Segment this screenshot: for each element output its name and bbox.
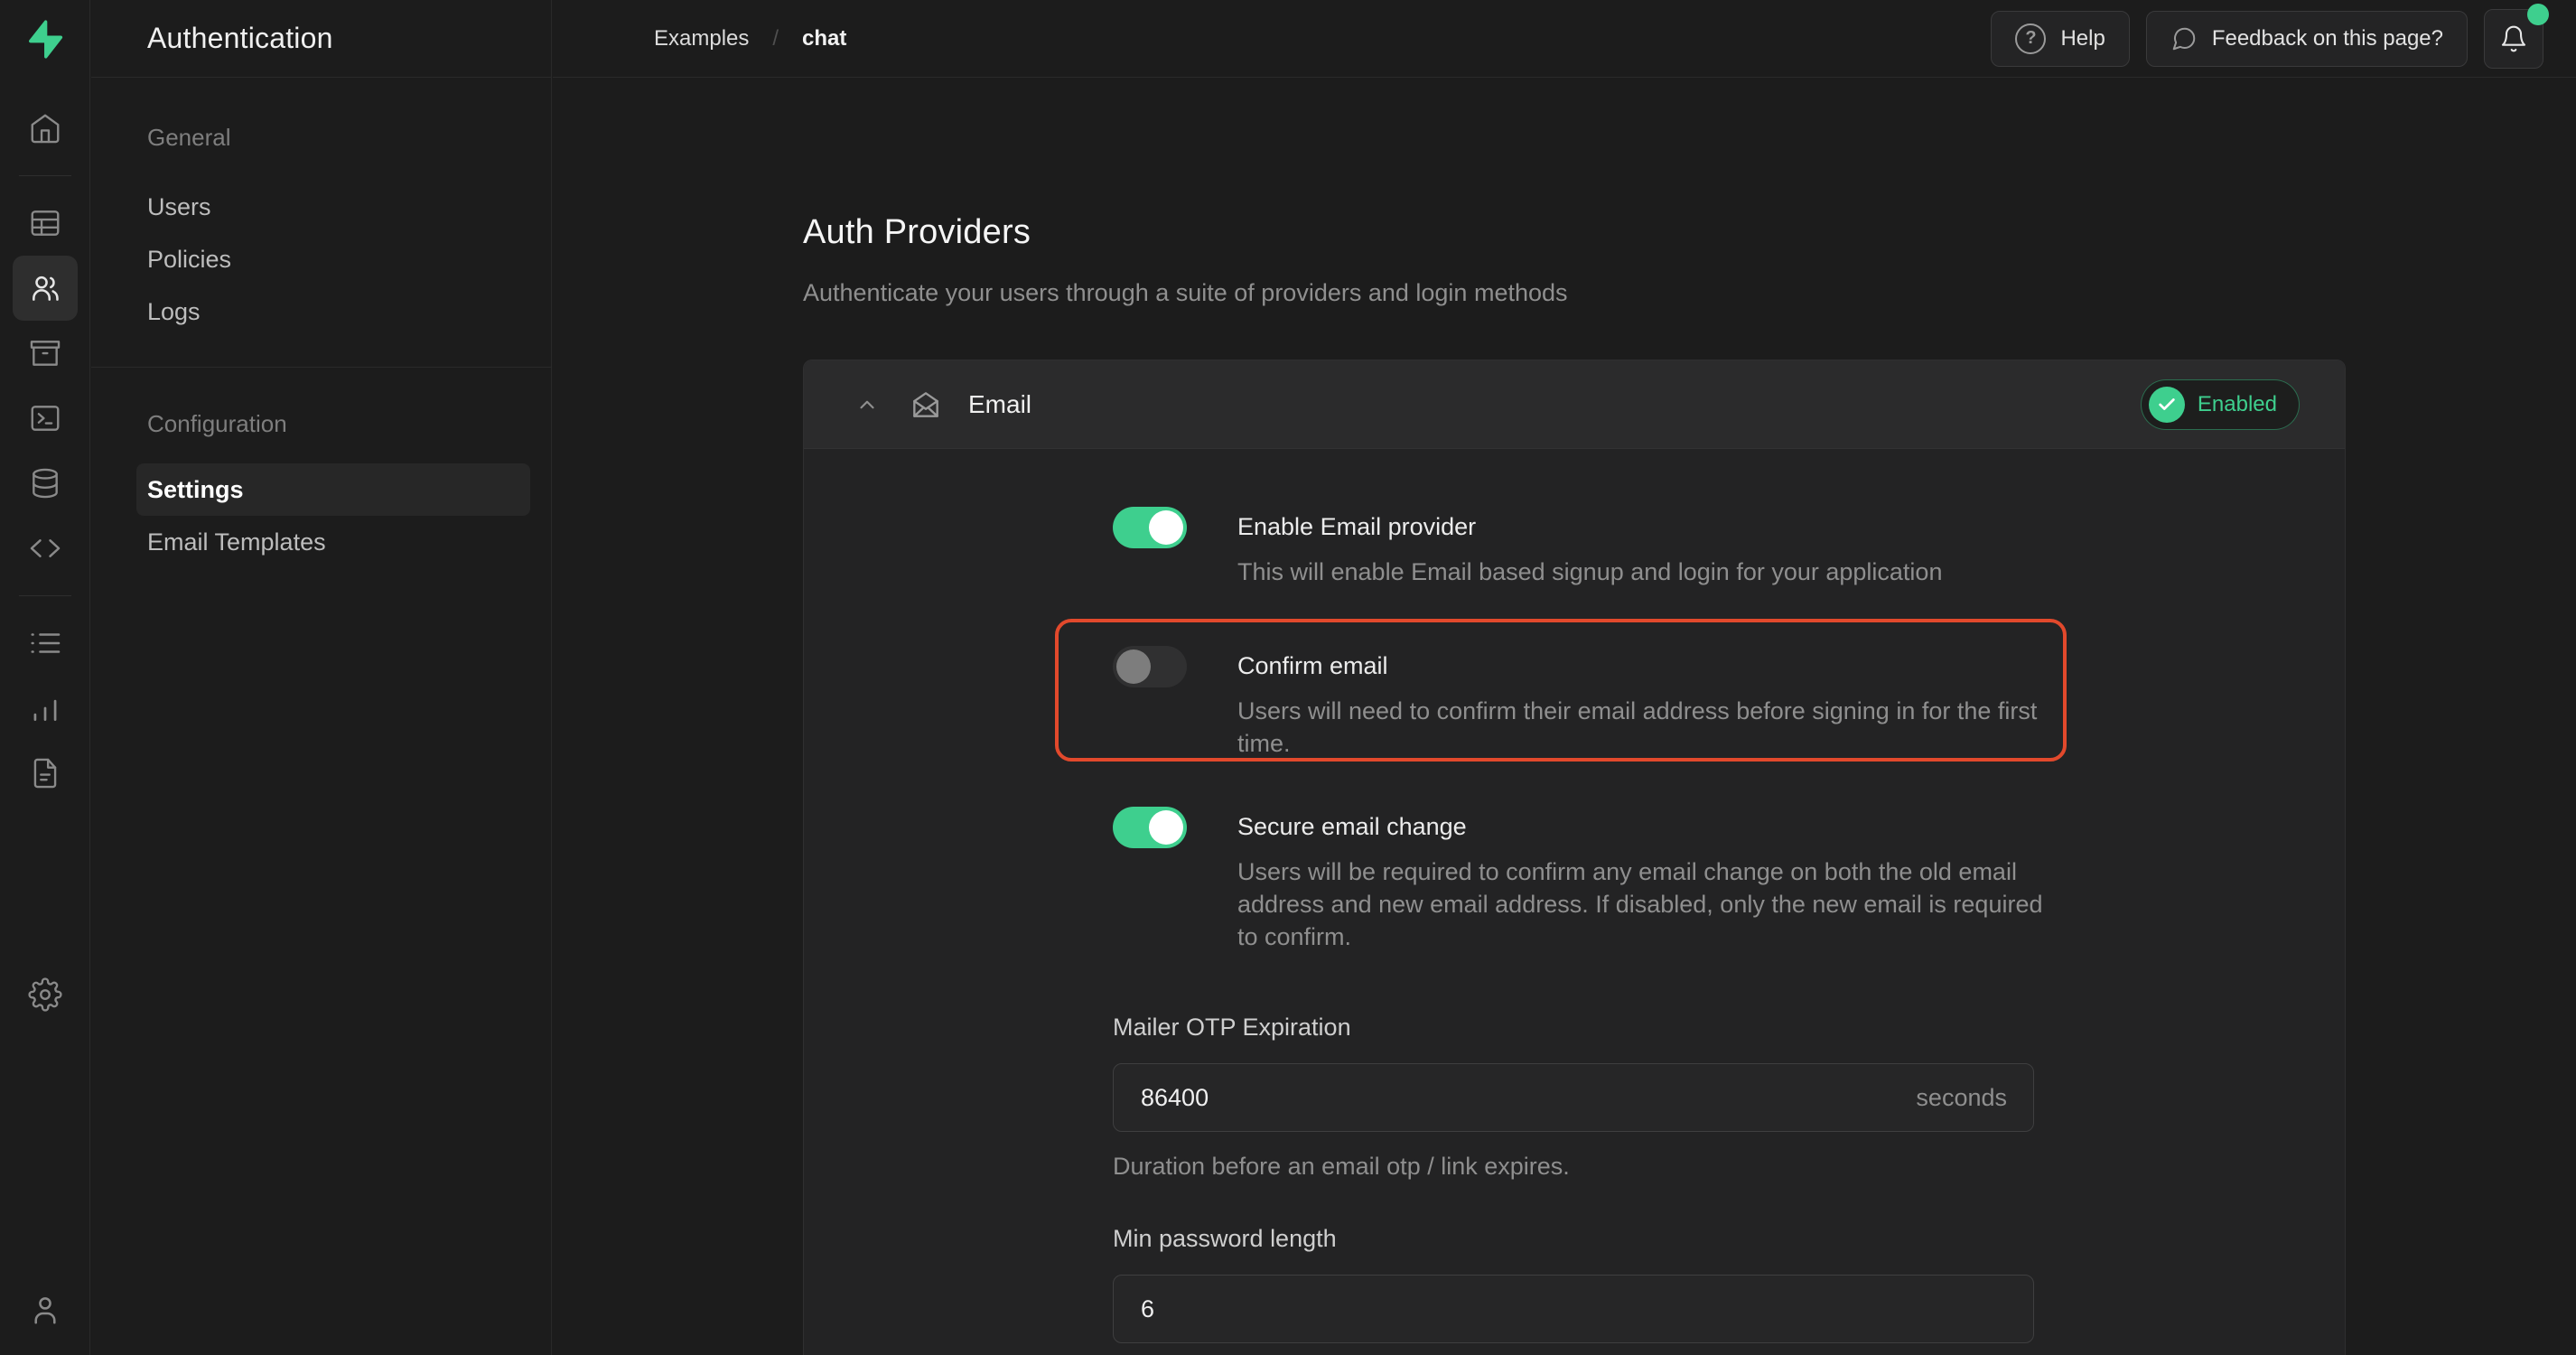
rail-item-home[interactable] <box>13 96 78 161</box>
email-provider-panel: Email Enabled Enable Email provider This <box>803 360 2346 1355</box>
rail-item-database[interactable] <box>13 451 78 516</box>
setting-description: Users will be required to confirm any em… <box>1237 855 2059 953</box>
sidebar-body: General Users Policies Logs Configuratio… <box>91 78 551 568</box>
supabase-logo-icon <box>24 18 66 60</box>
rail-nav <box>0 78 89 1355</box>
setting-description: This will enable Email based signup and … <box>1237 556 2059 588</box>
help-circle-icon: ? <box>2015 23 2046 54</box>
supabase-dashboard: Authentication General Users Policies Lo… <box>0 0 2576 1355</box>
mailer-otp-expiration-input[interactable] <box>1113 1063 2034 1132</box>
setting-label: Enable Email provider <box>1237 507 2059 543</box>
bell-icon <box>2499 24 2528 53</box>
sidebar-item-email-templates[interactable]: Email Templates <box>91 516 551 568</box>
min-password-length-input[interactable] <box>1113 1275 2034 1343</box>
field-help-text: Duration before an email otp / link expi… <box>1113 1150 2034 1182</box>
user-icon <box>28 1293 62 1327</box>
sidebar-title: Authentication <box>147 22 333 55</box>
section-label-configuration: Configuration <box>91 407 551 440</box>
enable-email-provider-toggle[interactable] <box>1113 507 1187 548</box>
sidebar-item-users[interactable]: Users <box>91 181 551 233</box>
input-wrap <box>1113 1275 2034 1343</box>
general-items: Users Policies Logs <box>91 181 551 338</box>
page-title: Auth Providers <box>803 213 2576 252</box>
rail-item-account[interactable] <box>13 1277 78 1342</box>
notification-dot <box>2527 4 2549 25</box>
sidebar-item-logs[interactable]: Logs <box>91 285 551 338</box>
rail-item-logs[interactable] <box>13 611 78 676</box>
rail-item-reports[interactable] <box>13 676 78 741</box>
mail-icon <box>909 388 943 422</box>
enabled-status-badge: Enabled <box>2141 379 2300 430</box>
collapse-chevron-button[interactable] <box>849 387 885 423</box>
field-mailer-otp-expiration: Mailer OTP Expiration seconds Duration b… <box>1113 1011 2034 1182</box>
field-label: Min password length <box>1113 1222 2034 1255</box>
users-icon <box>28 271 62 305</box>
bar-chart-icon <box>28 691 62 725</box>
toggle-knob <box>1149 810 1183 845</box>
rail-divider <box>19 175 71 176</box>
speech-bubble-icon <box>2170 25 2198 52</box>
breadcrumb-separator: / <box>772 26 779 51</box>
breadcrumb-project[interactable]: chat <box>802 26 846 51</box>
input-unit-suffix: seconds <box>1916 1063 2007 1132</box>
email-panel-body: Enable Email provider This will enable E… <box>804 449 2345 1355</box>
sidebar-item-settings[interactable]: Settings <box>136 463 530 516</box>
sidebar-item-policies[interactable]: Policies <box>91 233 551 285</box>
gear-icon <box>28 977 62 1012</box>
topbar-actions: ? Help Feedback on this page? <box>1991 9 2543 69</box>
icon-rail <box>0 0 90 1355</box>
feedback-button[interactable]: Feedback on this page? <box>2146 11 2468 67</box>
home-icon <box>28 111 62 145</box>
terminal-icon <box>28 401 62 435</box>
sidebar-divider <box>91 367 551 368</box>
badge-label: Enabled <box>2198 392 2277 417</box>
help-button-label: Help <box>2060 26 2105 51</box>
file-text-icon <box>28 756 62 790</box>
page-subtitle: Authenticate your users through a suite … <box>803 279 2576 307</box>
notifications-button[interactable] <box>2484 9 2543 69</box>
setting-label: Confirm email <box>1237 646 2059 682</box>
rail-item-authentication[interactable] <box>13 256 78 321</box>
rail-item-storage[interactable] <box>13 321 78 386</box>
setting-row-confirm-email: Confirm email Users will need to confirm… <box>1113 646 2345 760</box>
database-icon <box>28 466 62 500</box>
setting-description: Users will need to confirm their email a… <box>1237 695 2059 760</box>
setting-row-enable-email: Enable Email provider This will enable E… <box>1113 507 2345 588</box>
breadcrumb: Examples / chat <box>654 26 846 51</box>
supabase-logo[interactable] <box>0 0 89 78</box>
page-content: Auth Providers Authenticate your users t… <box>553 78 2576 1355</box>
setting-label: Secure email change <box>1237 807 2059 843</box>
chevron-up-icon <box>855 393 879 416</box>
main-area: Examples / chat ? Help Feedback on this … <box>553 0 2576 1355</box>
rail-divider <box>19 595 71 596</box>
toggle-knob <box>1116 649 1151 684</box>
check-circle-icon <box>2149 387 2185 423</box>
input-wrap: seconds <box>1113 1063 2034 1132</box>
auth-sidebar: Authentication General Users Policies Lo… <box>91 0 552 1355</box>
setting-row-secure-email-change: Secure email change Users will be requir… <box>1113 807 2345 953</box>
help-button[interactable]: ? Help <box>1991 11 2129 67</box>
rail-item-sql-editor[interactable] <box>13 386 78 451</box>
confirm-email-toggle[interactable] <box>1113 646 1187 687</box>
secure-email-change-toggle[interactable] <box>1113 807 1187 848</box>
feedback-button-label: Feedback on this page? <box>2212 26 2443 51</box>
provider-name: Email <box>968 390 1031 419</box>
list-icon <box>28 626 62 660</box>
code-icon <box>28 531 62 565</box>
archive-box-icon <box>28 336 62 370</box>
table-icon <box>28 206 62 240</box>
rail-item-api-code[interactable] <box>13 516 78 581</box>
rail-item-docs[interactable] <box>13 741 78 806</box>
rail-item-table-editor[interactable] <box>13 191 78 256</box>
field-label: Mailer OTP Expiration <box>1113 1011 2034 1043</box>
sidebar-header: Authentication <box>91 0 551 78</box>
topbar: Examples / chat ? Help Feedback on this … <box>553 0 2576 78</box>
breadcrumb-org[interactable]: Examples <box>654 26 749 51</box>
email-panel-header[interactable]: Email Enabled <box>804 360 2345 449</box>
section-label-general: General <box>91 121 551 154</box>
configuration-items: Settings Email Templates <box>91 463 551 568</box>
toggle-knob <box>1149 510 1183 545</box>
rail-item-settings[interactable] <box>13 962 78 1027</box>
field-min-password-length: Min password length Users will not be ab… <box>1113 1222 2034 1355</box>
